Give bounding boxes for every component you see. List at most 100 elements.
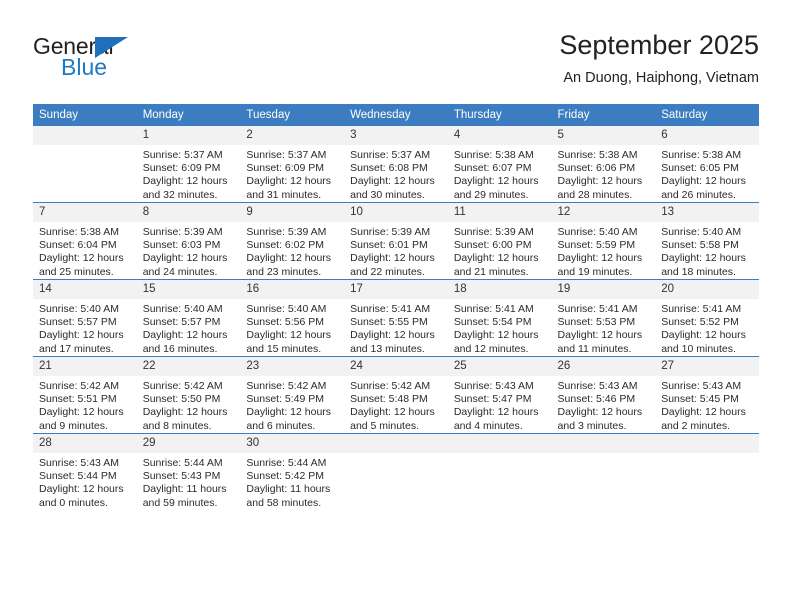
- daylight-text-line1: Daylight: 12 hours: [453, 252, 539, 265]
- calendar-day-cell[interactable]: 10 Sunrise: 5:39 AM Sunset: 6:01 PM Dayligh…: [344, 202, 448, 280]
- brand-logo[interactable]: General Blue: [33, 28, 173, 86]
- sunset-text: Sunset: 5:53 PM: [557, 316, 636, 329]
- day-details: Sunrise: 5:40 AM Sunset: 5:57 PM Daylight:…: [33, 299, 137, 356]
- daylight-text-line2: and 4 minutes.: [453, 419, 523, 432]
- sunset-text: Sunset: 5:57 PM: [39, 316, 117, 329]
- day-details: Sunrise: 5:41 AM Sunset: 5:54 PM Daylight:…: [448, 299, 552, 356]
- day-details: Sunrise: 5:40 AM Sunset: 5:56 PM Daylight:…: [240, 299, 344, 356]
- calendar-day-cell[interactable]: 19 Sunrise: 5:41 AM Sunset: 5:53 PM Dayligh…: [551, 279, 656, 357]
- day-details: Sunrise: 5:41 AM Sunset: 5:52 PM Daylight:…: [655, 299, 759, 356]
- sunrise-text: Sunrise: 5:40 AM: [557, 226, 638, 238]
- calendar-day-cell[interactable]: 12 Sunrise: 5:40 AM Sunset: 5:59 PM Dayligh…: [551, 202, 656, 280]
- logo-text-blue: Blue: [61, 54, 108, 80]
- day-details: Sunrise: 5:43 AM Sunset: 5:45 PM Daylight:…: [655, 376, 759, 433]
- sunset-text: Sunset: 6:05 PM: [661, 162, 739, 175]
- day-number: 3: [344, 126, 448, 145]
- day-number: 6: [655, 126, 759, 145]
- sunrise-text: Sunrise: 5:39 AM: [453, 226, 534, 238]
- sunrise-text: Sunrise: 5:38 AM: [557, 149, 638, 161]
- calendar-table: Sunday Monday Tuesday Wednesday Thursday Frid…: [33, 104, 759, 510]
- calendar-day-cell[interactable]: 5 Sunrise: 5:38 AM Sunset: 6:06 PM Daylight…: [551, 126, 656, 203]
- sunset-text: Sunset: 5:56 PM: [246, 316, 325, 329]
- day-details: Sunrise: 5:44 AM Sunset: 5:42 PM Daylight:…: [240, 453, 344, 510]
- day-details: Sunrise: 5:39 AM Sunset: 6:00 PM Daylight:…: [448, 222, 552, 279]
- daylight-text-line2: and 26 minutes.: [661, 188, 736, 201]
- day-number: 25: [447, 357, 552, 376]
- calendar-day-cell[interactable]: 9 Sunrise: 5:39 AM Sunset: 6:02 PM Daylight…: [240, 202, 345, 280]
- calendar-day-cell[interactable]: 29 Sunrise: 5:44 AM Sunset: 5:43 PM Dayligh…: [136, 433, 241, 510]
- calendar-day-cell[interactable]: 8 Sunrise: 5:39 AM Sunset: 6:03 PM Daylight…: [136, 202, 241, 280]
- calendar-day-cell[interactable]: 14 Sunrise: 5:40 AM Sunset: 5:57 PM Dayligh…: [33, 279, 137, 357]
- sunset-text: Sunset: 6:03 PM: [142, 239, 221, 252]
- day-details: Sunrise: 5:39 AM Sunset: 6:01 PM Daylight:…: [344, 222, 448, 279]
- calendar-day-cell[interactable]: 2 Sunrise: 5:37 AM Sunset: 6:09 PM Daylight…: [240, 126, 345, 203]
- sunset-text: Sunset: 5:43 PM: [142, 470, 221, 483]
- sunset-text: Sunset: 6:08 PM: [350, 162, 428, 175]
- calendar-day-cell[interactable]: 25 Sunrise: 5:43 AM Sunset: 5:47 PM Dayligh…: [447, 356, 552, 434]
- calendar-day-cell[interactable]: 28 Sunrise: 5:43 AM Sunset: 5:44 PM Dayligh…: [33, 433, 137, 510]
- day-details: Sunrise: 5:38 AM Sunset: 6:06 PM Daylight:…: [552, 145, 656, 202]
- sunset-text: Sunset: 5:54 PM: [453, 316, 532, 329]
- sunset-text: Sunset: 5:46 PM: [557, 393, 636, 406]
- calendar-day-cell[interactable]: 23 Sunrise: 5:42 AM Sunset: 5:49 PM Dayligh…: [240, 356, 345, 434]
- calendar-day-cell[interactable]: 6 Sunrise: 5:38 AM Sunset: 6:05 PM Daylight…: [655, 126, 759, 203]
- day-number: [655, 434, 759, 453]
- daylight-text-line2: and 30 minutes.: [350, 188, 425, 201]
- day-number: 15: [136, 280, 241, 299]
- sunrise-text: Sunrise: 5:39 AM: [142, 226, 223, 238]
- sunrise-text: Sunrise: 5:42 AM: [350, 380, 431, 392]
- calendar-day-cell[interactable]: 13 Sunrise: 5:40 AM Sunset: 5:58 PM Dayligh…: [655, 202, 759, 280]
- calendar-day-cell[interactable]: 27 Sunrise: 5:43 AM Sunset: 5:45 PM Dayligh…: [655, 356, 759, 434]
- daylight-text-line1: Daylight: 12 hours: [661, 175, 746, 188]
- daylight-text-line2: and 10 minutes.: [661, 342, 736, 355]
- day-number: 27: [655, 357, 759, 376]
- sunset-text: Sunset: 5:47 PM: [453, 393, 532, 406]
- daylight-text-line1: Daylight: 12 hours: [246, 329, 332, 342]
- day-number: [551, 434, 656, 453]
- sunset-text: Sunset: 6:00 PM: [453, 239, 532, 252]
- calendar-day-cell[interactable]: 7 Sunrise: 5:38 AM Sunset: 6:04 PM Daylight…: [33, 202, 137, 280]
- day-number: 11: [447, 203, 552, 222]
- calendar-day-cell[interactable]: 1 Sunrise: 5:37 AM Sunset: 6:09 PM Daylight…: [136, 126, 241, 203]
- sunrise-text: Sunrise: 5:43 AM: [39, 457, 119, 469]
- day-number: 7: [33, 203, 137, 222]
- daylight-text-line2: and 8 minutes.: [142, 419, 212, 432]
- sunset-text: Sunset: 6:09 PM: [142, 162, 221, 175]
- daylight-text-line1: Daylight: 12 hours: [39, 483, 124, 496]
- day-number: 28: [33, 434, 137, 453]
- calendar-day-cell[interactable]: 15 Sunrise: 5:40 AM Sunset: 5:57 PM Dayligh…: [136, 279, 241, 357]
- calendar-day-cell[interactable]: 22 Sunrise: 5:42 AM Sunset: 5:50 PM Dayligh…: [136, 356, 241, 434]
- calendar-day-cell[interactable]: 4 Sunrise: 5:38 AM Sunset: 6:07 PM Daylight…: [447, 126, 552, 203]
- day-details: Sunrise: 5:39 AM Sunset: 6:02 PM Daylight:…: [240, 222, 344, 279]
- daylight-text-line1: Daylight: 12 hours: [661, 252, 746, 265]
- day-number: [33, 126, 137, 145]
- calendar-week-row: 7 Sunrise: 5:38 AM Sunset: 6:04 PM Daylight…: [33, 202, 759, 280]
- calendar-day-cell[interactable]: 26 Sunrise: 5:43 AM Sunset: 5:46 PM Dayligh…: [551, 356, 656, 434]
- day-number: 17: [344, 280, 448, 299]
- daylight-text-line1: Daylight: 12 hours: [142, 252, 228, 265]
- sunrise-text: Sunrise: 5:40 AM: [661, 226, 742, 238]
- day-number: 2: [240, 126, 345, 145]
- calendar-day-cell[interactable]: 21 Sunrise: 5:42 AM Sunset: 5:51 PM Dayligh…: [33, 356, 137, 434]
- daylight-text-line1: Daylight: 12 hours: [557, 175, 643, 188]
- column-header-thursday: Thursday: [447, 104, 552, 126]
- sunrise-text: Sunrise: 5:38 AM: [453, 149, 534, 161]
- sunrise-text: Sunrise: 5:41 AM: [557, 303, 638, 315]
- calendar-day-cell[interactable]: 3 Sunrise: 5:37 AM Sunset: 6:08 PM Daylight…: [344, 126, 448, 203]
- calendar-day-cell[interactable]: 30 Sunrise: 5:44 AM Sunset: 5:42 PM Dayligh…: [240, 433, 345, 510]
- sunrise-text: Sunrise: 5:40 AM: [39, 303, 119, 315]
- calendar-day-cell[interactable]: 24 Sunrise: 5:42 AM Sunset: 5:48 PM Dayligh…: [344, 356, 448, 434]
- day-number: 5: [551, 126, 656, 145]
- sunset-text: Sunset: 5:49 PM: [246, 393, 325, 406]
- day-details: Sunrise: 5:43 AM Sunset: 5:44 PM Daylight:…: [33, 453, 137, 510]
- sunrise-text: Sunrise: 5:41 AM: [453, 303, 534, 315]
- calendar-day-cell[interactable]: 17 Sunrise: 5:41 AM Sunset: 5:55 PM Dayligh…: [344, 279, 448, 357]
- calendar-day-cell[interactable]: 20 Sunrise: 5:41 AM Sunset: 5:52 PM Dayligh…: [655, 279, 759, 357]
- daylight-text-line1: Daylight: 12 hours: [557, 252, 643, 265]
- sunset-text: Sunset: 5:50 PM: [142, 393, 221, 406]
- day-number: 9: [240, 203, 345, 222]
- calendar-day-cell[interactable]: 16 Sunrise: 5:40 AM Sunset: 5:56 PM Dayligh…: [240, 279, 345, 357]
- daylight-text-line1: Daylight: 12 hours: [557, 406, 643, 419]
- calendar-day-cell[interactable]: 18 Sunrise: 5:41 AM Sunset: 5:54 PM Dayligh…: [447, 279, 552, 357]
- calendar-day-cell[interactable]: 11 Sunrise: 5:39 AM Sunset: 6:00 PM Dayligh…: [447, 202, 552, 280]
